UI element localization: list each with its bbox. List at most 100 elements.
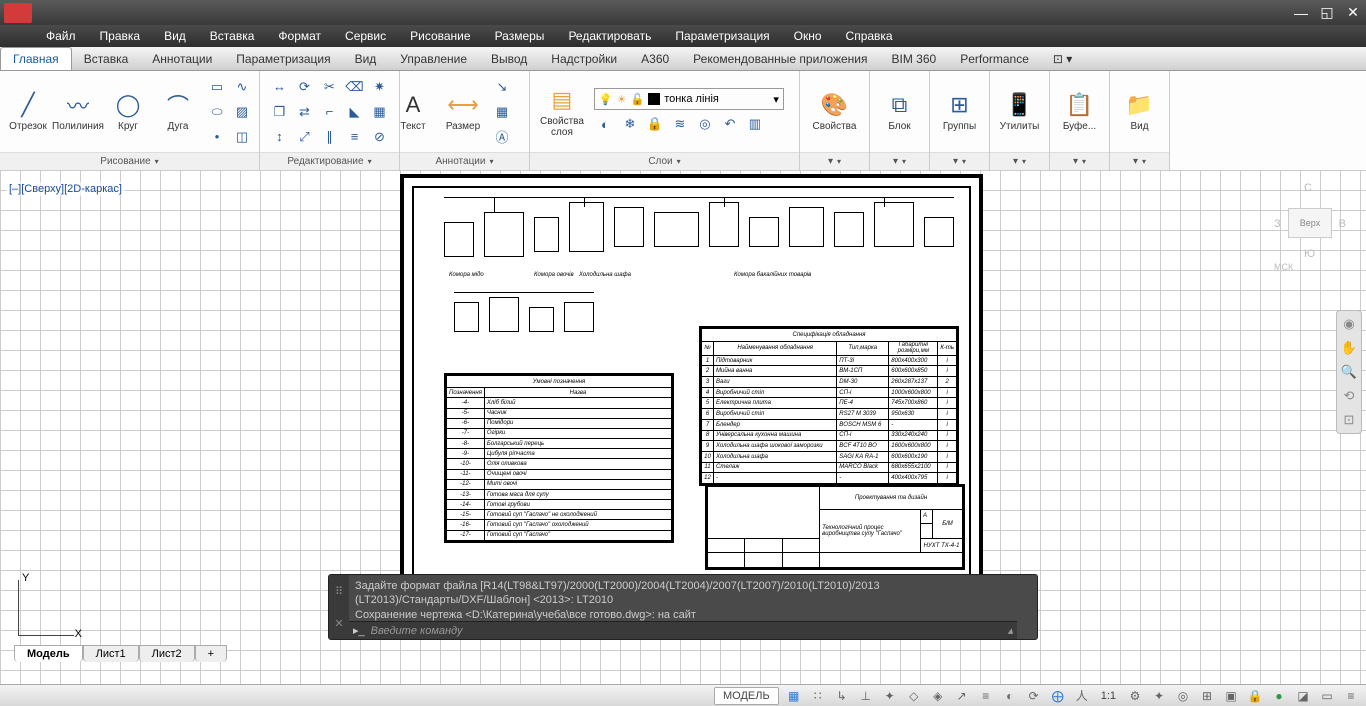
move-icon[interactable]: ↔ xyxy=(269,76,291,98)
menu-сервис[interactable]: Сервис xyxy=(333,26,398,46)
layer-dropdown[interactable]: 💡 ☀ 🔓 тонка лінія ▾ xyxy=(594,88,784,110)
offset-icon[interactable]: ∥ xyxy=(319,126,341,148)
showall-icon[interactable]: ⊡ xyxy=(1340,411,1358,429)
align-icon[interactable]: ≡ xyxy=(344,126,366,148)
menu-редактировать[interactable]: Редактировать xyxy=(556,26,663,46)
layer-state-icon[interactable]: ▥ xyxy=(744,113,766,135)
text-button[interactable]: AТекст xyxy=(391,89,435,134)
hatch-icon[interactable]: ▨ xyxy=(231,101,253,123)
ribbon-tab[interactable]: Надстройки xyxy=(539,48,629,70)
infer-icon[interactable]: ↳ xyxy=(833,688,851,704)
cycling-icon[interactable]: ⟳ xyxy=(1025,688,1043,704)
osnap-icon[interactable]: ◇ xyxy=(905,688,923,704)
panel-label-groups[interactable]: ▾ xyxy=(930,152,989,170)
mirror-icon[interactable]: ⇄ xyxy=(294,101,316,123)
layer-freeze-icon[interactable]: ❄ xyxy=(619,113,641,135)
polar-icon[interactable]: ✦ xyxy=(881,688,899,704)
cmd-expand-icon[interactable]: ▴ xyxy=(1007,624,1013,637)
chamfer-icon[interactable]: ◣ xyxy=(344,101,366,123)
circle-button[interactable]: ◯Круг xyxy=(106,89,150,134)
menu-рисование[interactable]: Рисование xyxy=(398,26,482,46)
steering-wheel-icon[interactable]: ◉ xyxy=(1340,315,1358,333)
layout-tab[interactable]: Модель xyxy=(14,645,83,662)
mtext-icon[interactable]: Ⓐ xyxy=(491,126,513,148)
otrack-icon[interactable]: ↗ xyxy=(953,688,971,704)
layer-props-button[interactable]: ▤Свойства слоя xyxy=(536,84,588,140)
grid-toggle-icon[interactable]: ▦ xyxy=(785,688,803,704)
close-button[interactable]: ✕ xyxy=(1340,2,1366,24)
line-button[interactable]: ╱Отрезок xyxy=(6,89,50,134)
panel-label-block[interactable]: ▾ xyxy=(870,152,929,170)
ribbon-tab[interactable]: Вставка xyxy=(72,48,141,70)
ribbon-tab[interactable]: Главная xyxy=(0,47,72,70)
arc-button[interactable]: ⌒Дуга xyxy=(156,89,200,134)
restore-button[interactable]: ◱ xyxy=(1314,2,1340,24)
groups-button[interactable]: ⊞Группы xyxy=(938,89,982,134)
table-icon[interactable]: ▦ xyxy=(491,101,513,123)
viewcube-face[interactable]: Верх xyxy=(1288,208,1332,238)
ribbon-tab[interactable]: BIM 360 xyxy=(880,48,949,70)
block-button[interactable]: ⧉Блок xyxy=(878,89,922,134)
array-icon[interactable]: ▦ xyxy=(369,101,391,123)
rect-icon[interactable]: ▭ xyxy=(206,76,228,98)
properties-button[interactable]: 🎨Свойства xyxy=(809,89,861,134)
scale-icon[interactable]: ⤢ xyxy=(294,126,316,148)
3dosnap-icon[interactable]: ◈ xyxy=(929,688,947,704)
panel-label-layers[interactable]: Слои xyxy=(530,152,799,170)
annomonitor-icon[interactable]: ⨁ xyxy=(1049,688,1067,704)
gear-icon[interactable]: ⚙ xyxy=(1126,688,1144,704)
ellipse-icon[interactable]: ⬭ xyxy=(206,101,228,123)
explode-icon[interactable]: ✷ xyxy=(369,76,391,98)
panel-label-props[interactable]: ▾ xyxy=(800,152,869,170)
clipboard-button[interactable]: 📋Буфе... xyxy=(1058,89,1102,134)
ribbon-extras-icon[interactable]: ⊡ ▾ xyxy=(1041,48,1084,70)
utils-button[interactable]: 📱Утилиты xyxy=(996,89,1043,134)
app-icon[interactable] xyxy=(4,3,32,23)
leader-icon[interactable]: ↘ xyxy=(491,76,513,98)
isolate-icon[interactable]: ◪ xyxy=(1294,688,1312,704)
ribbon-tab[interactable]: Управление xyxy=(388,48,479,70)
orbit-icon[interactable]: ⟲ xyxy=(1340,387,1358,405)
view-button[interactable]: 📁Вид xyxy=(1118,89,1162,134)
point-icon[interactable]: • xyxy=(206,126,228,148)
cleanscreen-icon[interactable]: ▭ xyxy=(1318,688,1336,704)
fillet-icon[interactable]: ⌐ xyxy=(319,101,341,123)
layer-iso-icon[interactable]: ◎ xyxy=(694,113,716,135)
model-space-button[interactable]: МОДЕЛЬ xyxy=(714,687,779,705)
layer-match-icon[interactable]: ≋ xyxy=(669,113,691,135)
ucs-icon[interactable]: Y X xyxy=(10,572,82,644)
ortho-icon[interactable]: ⊥ xyxy=(857,688,875,704)
close-cmd-icon[interactable]: ✕ xyxy=(334,617,343,630)
add-layout-button[interactable]: + xyxy=(195,645,227,662)
workspace-icon[interactable]: ✦ xyxy=(1150,688,1168,704)
annoscale-icon[interactable]: 人 xyxy=(1073,688,1091,704)
menu-вставка[interactable]: Вставка xyxy=(198,26,267,46)
menu-справка[interactable]: Справка xyxy=(834,26,905,46)
viewport-label[interactable]: [–][Сверху][2D-каркас] xyxy=(6,182,125,196)
menu-размеры[interactable]: Размеры xyxy=(483,26,557,46)
ribbon-tab[interactable]: Вывод xyxy=(479,48,539,70)
ribbon-tab[interactable]: Рекомендованные приложения xyxy=(681,48,879,70)
quickprops-icon[interactable]: ▣ xyxy=(1222,688,1240,704)
zoom-icon[interactable]: 🔍 xyxy=(1340,363,1358,381)
polyline-button[interactable]: 〰Полилиния xyxy=(56,89,100,134)
units-icon[interactable]: ⊞ xyxy=(1198,688,1216,704)
layout-tab[interactable]: Лист1 xyxy=(83,645,139,662)
drawing-canvas[interactable]: [–][Сверху][2D-каркас] xyxy=(0,170,1366,684)
dimension-button[interactable]: ⟷Размер xyxy=(441,89,485,134)
panel-label-modify[interactable]: Редактирование xyxy=(260,152,399,170)
lineweight-icon[interactable]: ≡ xyxy=(977,688,995,704)
copy-icon[interactable]: ❐ xyxy=(269,101,291,123)
break-icon[interactable]: ⊘ xyxy=(369,126,391,148)
layer-prev-icon[interactable]: ↶ xyxy=(719,113,741,135)
hardware-icon[interactable]: ● xyxy=(1270,688,1288,704)
panel-label-annot[interactable]: Аннотации xyxy=(400,152,529,170)
ribbon-tab[interactable]: Performance xyxy=(948,48,1041,70)
panel-label-utils[interactable]: ▾ xyxy=(990,152,1049,170)
command-input[interactable]: ▸_ Введите команду ▴ xyxy=(349,621,1017,639)
ribbon-tab[interactable]: Аннотации xyxy=(140,48,224,70)
menu-формат[interactable]: Формат xyxy=(266,26,333,46)
ribbon-tab[interactable]: A360 xyxy=(629,48,681,70)
transparency-icon[interactable]: ◐ xyxy=(1001,688,1019,704)
ribbon-tab[interactable]: Параметризация xyxy=(224,48,342,70)
